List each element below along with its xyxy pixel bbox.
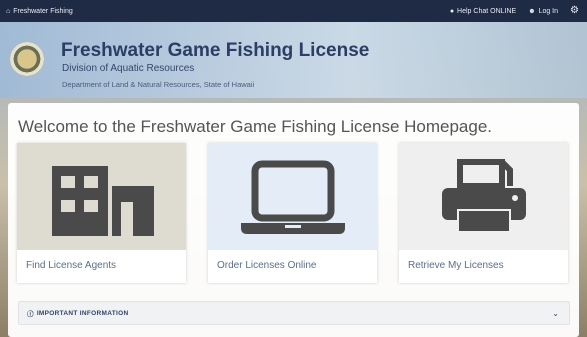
order-licenses-online-label: Order Licenses Online (217, 260, 317, 271)
state-seal-logo (10, 42, 44, 76)
division-name: Division of Aquatic Resources (62, 63, 195, 74)
gear-icon[interactable]: ⚙ (570, 6, 579, 16)
help-chat-label: Help Chat ONLINE (457, 7, 517, 15)
welcome-heading: Welcome to the Freshwater Game Fishing L… (18, 117, 493, 136)
find-license-agents-label: Find License Agents (26, 260, 117, 271)
find-license-agents-card[interactable]: Find License Agents (17, 143, 186, 283)
order-licenses-online-card[interactable]: Order Licenses Online (208, 143, 377, 283)
laptop-icon (208, 143, 377, 250)
main-panel: Welcome to the Freshwater Game Fishing L… (8, 103, 579, 337)
chevron-down-icon[interactable]: ⌄ (552, 309, 559, 318)
home-link-label: Freshwater Fishing (13, 7, 73, 15)
building-icon (17, 143, 186, 250)
department-name: Department of Land & Natural Resources, … (62, 80, 255, 89)
help-chat-link[interactable]: ● Help Chat ONLINE (450, 8, 516, 15)
home-link[interactable]: ⌂ Freshwater Fishing (6, 8, 73, 15)
info-icon: ⓘ (27, 311, 34, 318)
important-information-header: ⓘ IMPORTANT INFORMATION (27, 308, 129, 319)
important-information-accordion[interactable]: ⓘ IMPORTANT INFORMATION ⌄ (18, 301, 570, 325)
site-header: Freshwater Game Fishing License Division… (0, 22, 587, 98)
top-nav-bar: ⌂ Freshwater Fishing ● Help Chat ONLINE … (0, 0, 587, 22)
login-label: Log In (538, 7, 559, 15)
important-information-label: IMPORTANT INFORMATION (36, 309, 129, 317)
chat-icon: ● (449, 7, 455, 15)
home-icon: ⌂ (6, 7, 11, 15)
retrieve-my-licenses-card[interactable]: Retrieve My Licenses (399, 143, 568, 283)
login-link[interactable]: ☻ Log In (528, 8, 558, 15)
retrieve-my-licenses-label: Retrieve My Licenses (408, 260, 504, 271)
printer-icon (399, 143, 568, 250)
site-title: Freshwater Game Fishing License (61, 40, 370, 61)
user-icon: ☻ (528, 7, 536, 15)
